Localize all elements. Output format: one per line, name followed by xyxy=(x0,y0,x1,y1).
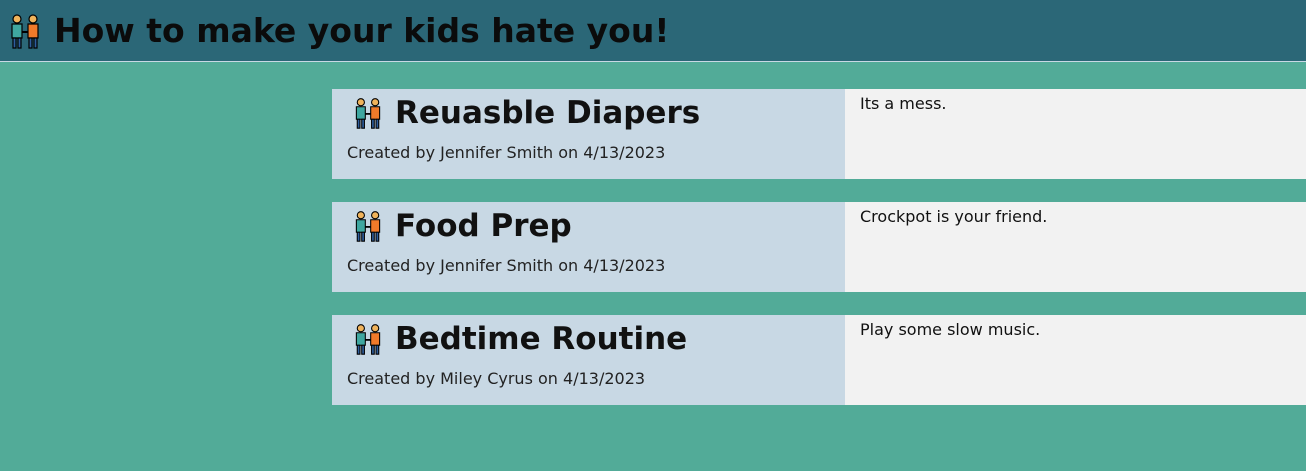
post-title[interactable]: Food Prep xyxy=(347,206,830,246)
site-header: How to make your kids hate you! xyxy=(0,0,1306,62)
post-title-text: Bedtime Routine xyxy=(395,320,688,357)
post-title[interactable]: Reuasble Diapers xyxy=(347,93,830,133)
post-title-text: Reuasble Diapers xyxy=(395,94,701,131)
post-header: Reuasble Diapers Created by Jennifer Smi… xyxy=(332,89,845,179)
site-title: How to make your kids hate you! xyxy=(6,12,669,50)
site-title-text: How to make your kids hate you! xyxy=(54,11,670,50)
people-holding-hands-icon xyxy=(351,96,385,130)
post-header: Bedtime Routine Created by Miley Cyrus o… xyxy=(332,315,845,405)
post-body: Play some slow music. xyxy=(845,315,1306,405)
people-holding-hands-icon xyxy=(351,209,385,243)
post-body: Its a mess. xyxy=(845,89,1306,179)
post-card: Reuasble Diapers Created by Jennifer Smi… xyxy=(332,89,1306,179)
people-holding-hands-icon xyxy=(6,12,44,50)
post-byline: Created by Jennifer Smith on 4/13/2023 xyxy=(347,143,666,162)
post-card: Bedtime Routine Created by Miley Cyrus o… xyxy=(332,315,1306,405)
post-card: Food Prep Created by Jennifer Smith on 4… xyxy=(332,202,1306,292)
post-byline: Created by Jennifer Smith on 4/13/2023 xyxy=(347,256,666,275)
post-title-text: Food Prep xyxy=(395,207,572,244)
post-body: Crockpot is your friend. xyxy=(845,202,1306,292)
post-list: Reuasble Diapers Created by Jennifer Smi… xyxy=(332,89,1306,428)
post-header: Food Prep Created by Jennifer Smith on 4… xyxy=(332,202,845,292)
post-byline: Created by Miley Cyrus on 4/13/2023 xyxy=(347,369,646,388)
people-holding-hands-icon xyxy=(351,322,385,356)
post-title[interactable]: Bedtime Routine xyxy=(347,319,830,359)
